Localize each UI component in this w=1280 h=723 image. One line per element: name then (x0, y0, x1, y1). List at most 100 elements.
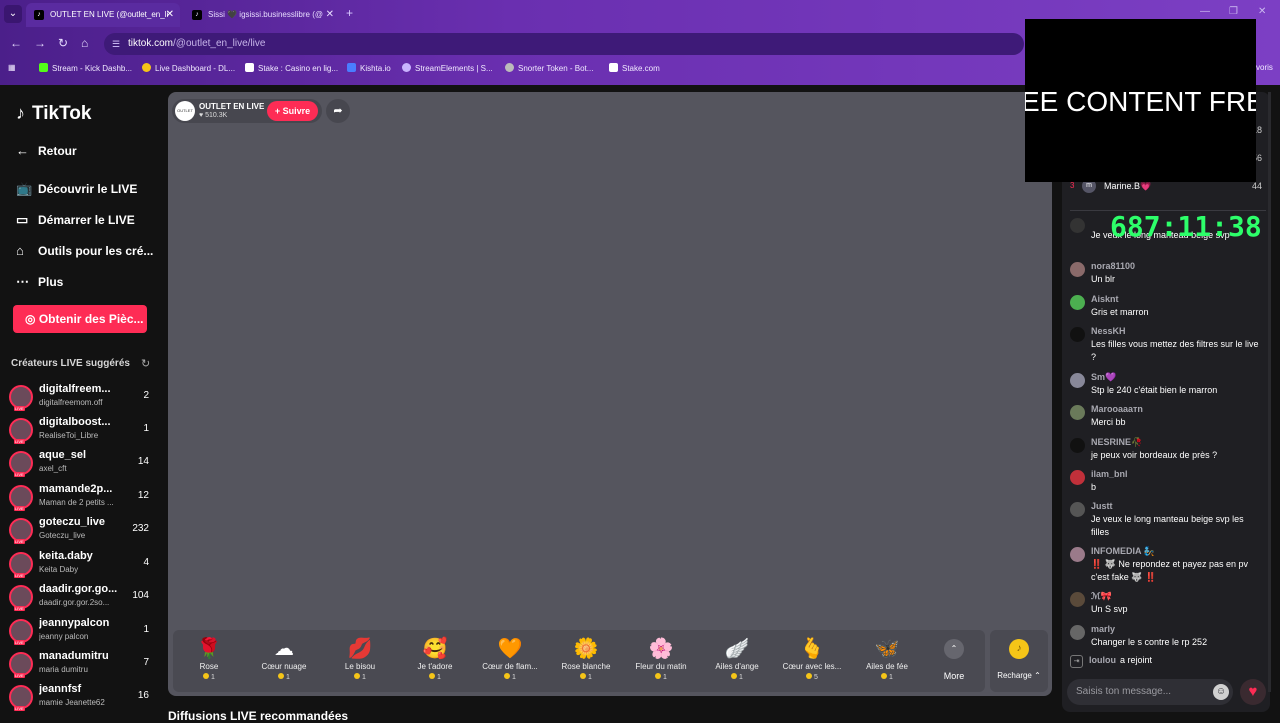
bookmark-item[interactable]: StreamElements | S... (402, 63, 493, 73)
creator-item[interactable]: jeannypalconjeanny palcon1 (9, 615, 157, 645)
gift-item[interactable]: 🪽 Ailes d'ange 1 (701, 636, 773, 681)
minimize-icon[interactable]: — (1200, 6, 1210, 17)
more-dots-icon: ⋯ (16, 274, 29, 289)
nav-discover-live[interactable]: 📺 Découvrir le LIVE (16, 181, 137, 197)
bookmark-item[interactable]: Snorter Token - Bot... (505, 63, 593, 73)
tiktok-note-icon: ♪ (16, 103, 25, 123)
home-icon[interactable]: ⌂ (81, 36, 88, 50)
snorter-icon (505, 63, 514, 72)
creator-item[interactable]: jeannfsfmamie Jeanette6216 (9, 681, 157, 711)
avatar (9, 619, 33, 645)
follow-button[interactable]: + Suivre (267, 101, 318, 121)
morning-flower-icon: 🌸 (648, 638, 674, 660)
overlay-banner: EE CONTENT FRE (1025, 19, 1256, 182)
avatar (1070, 547, 1085, 562)
more-gifts-button[interactable]: ⌃ More (938, 639, 970, 681)
dlive-icon (142, 63, 151, 72)
back-arrow-icon: ← (16, 143, 29, 158)
nav-start-live[interactable]: ▭ Démarrer le LIVE (16, 212, 135, 228)
chat-message-input[interactable]: Saisis ton message... (1067, 679, 1233, 705)
share-icon[interactable]: ➦ (326, 99, 350, 123)
gift-bar: 🌹 Rose 1 ☁ Cœur nuage 1 💋 Le bisou 1 🥰 Je t'ado… (173, 630, 985, 692)
coin-icon (580, 673, 587, 679)
tab-title: OUTLET EN LIVE (@outlet_en_li (50, 10, 169, 19)
close-window-icon[interactable]: ✕ (1258, 6, 1266, 17)
avatar (1070, 470, 1085, 485)
coin-icon: ♪ (1009, 639, 1029, 659)
creator-item[interactable]: goteczu_liveGoteczu_live232 (9, 514, 157, 544)
bookmark-item[interactable]: Stream - Kick Dashb... (39, 63, 132, 73)
gift-item[interactable]: 🌸 Fleur du matin 1 (625, 636, 697, 681)
gift-item[interactable]: 🦋 Ailes de fée 1 (851, 636, 923, 681)
like-heart-icon[interactable]: ♥ (1240, 679, 1266, 705)
gift-item[interactable]: 🌼 Rose blanche 1 (550, 636, 622, 681)
bookmark-item[interactable]: Stake : Casino en lig... (245, 63, 338, 73)
overlay-banner-text: EE CONTENT FRE (1025, 86, 1256, 117)
address-bar[interactable]: ☰ tiktok.com/@outlet_en_live/live (104, 33, 1024, 55)
all-bookmarks-label[interactable]: voris (1256, 63, 1273, 72)
forward-arrow-icon[interactable]: → (34, 36, 46, 50)
gift-item[interactable]: 🌹 Rose 1 (173, 636, 245, 681)
avatar (1070, 592, 1085, 607)
back-arrow-icon[interactable]: ← (10, 36, 22, 50)
avatar (1070, 295, 1085, 310)
white-rose-icon: 🌼 (573, 638, 599, 660)
gift-item[interactable]: 🧡 Cœur de flam... 1 (474, 636, 546, 681)
creator-item[interactable]: aque_selaxel_cft14 (9, 447, 157, 477)
coin-icon (504, 673, 511, 679)
live-video-player[interactable] (168, 92, 1052, 696)
creator-item[interactable]: daadir.gor.go...daadir.gor.gor.2so...104 (9, 581, 157, 611)
reload-icon[interactable]: ↻ (58, 36, 68, 50)
back-button[interactable]: ← Retour (16, 143, 77, 158)
new-tab-button[interactable]: + (346, 6, 353, 20)
emoji-icon[interactable]: ☺ (1213, 684, 1229, 700)
creator-item[interactable]: mamande2p...Maman de 2 petits ...12 (9, 481, 157, 511)
tab-title: Sissi 🖤 igsissi.businesslibre (@ (208, 10, 323, 19)
site-info-icon[interactable]: ☰ (112, 33, 120, 55)
kick-icon (39, 63, 48, 72)
finger-heart-icon: 🫰 (799, 638, 825, 660)
bookmark-item[interactable]: Live Dashboard - DL... (142, 63, 235, 73)
tab-outlet-en-live[interactable]: ♪ OUTLET EN LIVE (@outlet_en_li ✕ (26, 3, 180, 27)
creator-item[interactable]: digitalfreem...digitalfreemom.off2 (9, 381, 157, 411)
tab-search-button[interactable]: ⌄ (4, 5, 22, 23)
chat-scrollbar[interactable] (1268, 92, 1271, 692)
home-icon: ⌂ (16, 243, 24, 258)
nav-more[interactable]: ⋯ Plus (16, 274, 63, 290)
stake-icon (609, 63, 618, 72)
coin-icon: ◎ (25, 312, 39, 326)
avatar (9, 418, 33, 444)
creator-item[interactable]: keita.dabyKeita Daby4 (9, 548, 157, 578)
tab-sissi[interactable]: ♪ Sissi 🖤 igsissi.businesslibre (@ ✕ (184, 3, 340, 27)
gift-item[interactable]: 💋 Le bisou 1 (324, 636, 396, 681)
bookmark-item[interactable]: Stake.com (609, 63, 660, 73)
creator-item[interactable]: manadumitrumaria dumitru7 (9, 648, 157, 678)
bookmark-item[interactable]: Kishta.io (347, 63, 391, 73)
creator-item[interactable]: digitalboost...RealiseToi_Libre1 (9, 414, 157, 444)
apps-grid-icon[interactable]: ▦ (8, 63, 16, 72)
tiktok-favicon-icon: ♪ (34, 10, 44, 20)
gift-item[interactable]: 🫰 Cœur avec les... 5 (776, 636, 848, 681)
close-tab-icon[interactable]: ✕ (326, 3, 334, 27)
refresh-icon[interactable]: ↻ (141, 357, 150, 370)
avatar (9, 652, 33, 678)
fairy-wings-icon: 🦋 (874, 638, 900, 660)
cloud-heart-icon: ☁ (274, 638, 294, 660)
tiktok-logo[interactable]: ♪ TikTok (16, 103, 91, 125)
chevron-up-icon: ⌃ (944, 639, 964, 659)
avatar (9, 451, 33, 477)
close-tab-icon[interactable]: ✕ (166, 3, 174, 27)
recharge-button[interactable]: ♪ Recharge ⌃ (990, 630, 1048, 692)
avatar (9, 552, 33, 578)
nav-creator-tools[interactable]: ⌂ Outils pour les cré... (16, 243, 153, 258)
suggested-creators-title: Créateurs LIVE suggérés (11, 358, 130, 369)
coin-icon (881, 673, 888, 679)
stake-icon (245, 63, 254, 72)
gift-item[interactable]: 🥰 Je t'adore 1 (399, 636, 471, 681)
gift-item[interactable]: ☁ Cœur nuage 1 (248, 636, 320, 681)
recommended-lives-title: Diffusions LIVE recommandées (168, 709, 349, 723)
joined-notice: ⇥ loulou a rejoint (1070, 655, 1152, 668)
get-coins-button[interactable]: ◎ Obtenir des Pièc... (13, 305, 147, 333)
maximize-icon[interactable]: ❐ (1229, 6, 1238, 17)
avatar (1070, 218, 1085, 233)
